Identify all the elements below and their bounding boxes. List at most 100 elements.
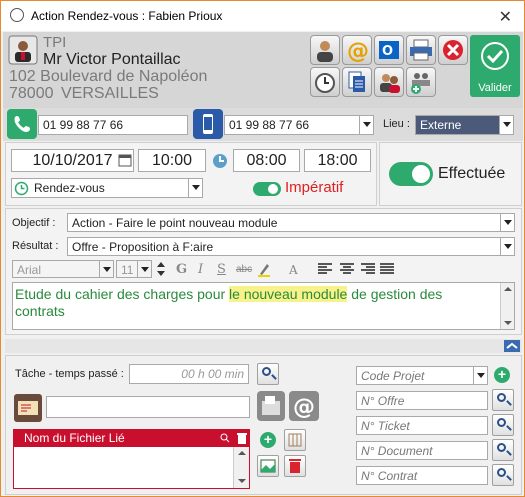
effectuee-toggle[interactable]	[389, 162, 433, 186]
end-time-field[interactable]: 18:00	[304, 149, 371, 172]
start-time-field[interactable]: 08:00	[233, 149, 300, 172]
document-search-button[interactable]	[492, 439, 514, 461]
notes-text-line2: contrats	[15, 303, 65, 319]
code-projet-select[interactable]: Code Projet	[356, 366, 488, 385]
phone-button[interactable]	[7, 109, 37, 139]
file-scroll-down-icon[interactable]	[237, 478, 247, 484]
contacts-button[interactable]	[374, 67, 404, 97]
mobile-dropdown-icon[interactable]	[359, 116, 373, 134]
type-select[interactable]: Rendez-vous	[11, 178, 203, 198]
validate-button[interactable]: Valider	[470, 35, 520, 97]
offre-search-button[interactable]	[492, 389, 514, 411]
delete-button[interactable]	[438, 35, 468, 65]
underline-icon[interactable]: S	[217, 262, 226, 277]
contact-city: VERSAILLES	[61, 85, 159, 102]
notes-text-part2: de gestion des	[347, 286, 443, 302]
lieu-dropdown-icon[interactable]	[499, 116, 513, 134]
italic-icon[interactable]: I	[198, 262, 203, 277]
offre-field[interactable]: N° Offre	[356, 391, 488, 410]
mobile-phone-icon	[203, 114, 213, 134]
image-button[interactable]	[257, 455, 279, 477]
ticket-search-button[interactable]	[492, 414, 514, 436]
file-list-scrollbar[interactable]	[233, 447, 249, 488]
notes-text-part1: Etude du cahier des charges pour	[15, 286, 230, 302]
outlook-button[interactable]: O	[374, 35, 404, 65]
size-spinner-icon[interactable]	[155, 260, 167, 278]
letter-icon[interactable]	[13, 393, 43, 423]
collapse-up-icon[interactable]	[504, 340, 520, 352]
fax-button[interactable]	[257, 391, 285, 421]
font-color-icon[interactable]: A	[289, 263, 298, 277]
window-title: Action Rendez-vous : Fabien Prioux	[31, 9, 223, 23]
notes-text: Etude du cahier des charges pour le nouv…	[15, 286, 495, 320]
contrat-search-button[interactable]	[492, 464, 514, 486]
scroll-down-icon[interactable]	[503, 320, 513, 326]
email-button[interactable]: @	[342, 35, 372, 65]
imperatif-toggle[interactable]	[253, 182, 281, 196]
at-sign-icon: @	[347, 39, 369, 64]
file-filter-icon[interactable]	[220, 433, 230, 443]
type-value: Rendez-vous	[34, 181, 105, 195]
documents-button[interactable]	[342, 67, 372, 97]
printer-icon	[410, 39, 432, 61]
tache-field[interactable]: 00 h 00 min	[129, 364, 249, 384]
objectif-select[interactable]: Action - Faire le point nouveau module	[67, 213, 515, 232]
phone-icon	[14, 116, 30, 132]
strikethrough-icon[interactable]: abc	[236, 264, 252, 275]
resultat-dropdown-icon[interactable]	[500, 238, 514, 255]
contrat-field[interactable]: N° Contrat	[356, 466, 488, 485]
alarm-button[interactable]	[310, 67, 340, 97]
file-scroll-up-icon[interactable]	[237, 450, 247, 456]
mobile-button[interactable]	[193, 109, 223, 139]
font-dropdown-icon[interactable]	[99, 261, 113, 277]
bold-icon[interactable]: G	[176, 262, 187, 277]
objectif-dropdown-icon[interactable]	[500, 214, 514, 231]
align-left-icon[interactable]	[317, 262, 333, 276]
user-card-button[interactable]	[310, 35, 340, 65]
contact-name[interactable]: Mr Victor Pontaillac	[43, 51, 181, 69]
trash-button[interactable]	[284, 455, 306, 477]
objectif-label: Objectif :	[12, 217, 56, 229]
contact-type: TPI	[43, 34, 67, 51]
ticket-field[interactable]: N° Ticket	[356, 416, 488, 435]
attachment-field[interactable]	[46, 396, 250, 418]
date-field[interactable]: 10/10/2017	[11, 149, 134, 172]
size-dropdown-icon[interactable]	[137, 261, 151, 277]
type-dropdown-icon[interactable]	[188, 179, 202, 197]
align-right-icon[interactable]	[360, 262, 376, 276]
add-participants-button[interactable]	[406, 67, 436, 97]
size-select[interactable]: 11	[116, 260, 152, 278]
font-select[interactable]: Arial	[12, 260, 114, 278]
close-icon[interactable]: ✕	[499, 7, 512, 27]
notes-textarea[interactable]: Etude du cahier des charges pour le nouv…	[12, 282, 515, 330]
imperatif-label: Impératif	[285, 179, 344, 196]
time-field[interactable]: 10:00	[138, 149, 206, 172]
add-project-icon[interactable]: +	[494, 367, 510, 383]
add-file-icon[interactable]: +	[260, 432, 276, 448]
notes-scrollbar[interactable]	[500, 283, 514, 329]
resultat-value: Offre - Proposition à F:aire	[72, 240, 214, 254]
phone-field[interactable]: 01 99 88 77 66	[38, 115, 188, 135]
align-center-icon[interactable]	[339, 262, 355, 276]
highlighter-icon[interactable]	[257, 261, 271, 277]
file-list-header[interactable]: Nom du Fichier Lié	[13, 429, 250, 447]
lieu-select[interactable]: Externe	[415, 115, 514, 135]
mail-button[interactable]: @	[289, 391, 319, 421]
resultat-select[interactable]: Offre - Proposition à F:aire	[67, 237, 515, 256]
code-projet-dropdown-icon[interactable]	[473, 367, 487, 384]
print-button[interactable]	[406, 35, 436, 65]
title-bar: Action Rendez-vous : Fabien Prioux ✕	[1, 1, 524, 31]
file-trash-header-icon[interactable]	[236, 431, 248, 445]
file-list-header-label: Nom du Fichier Lié	[24, 431, 125, 445]
tache-search-button[interactable]	[257, 363, 279, 385]
mobile-field[interactable]: 01 99 88 77 66	[224, 115, 374, 135]
rendez-vous-window: Action Rendez-vous : Fabien Prioux ✕ TPI…	[0, 0, 525, 497]
tache-label: Tâche - temps passé :	[15, 368, 124, 380]
code-projet-value: Code Projet	[361, 369, 425, 383]
justify-icon[interactable]	[379, 262, 395, 276]
file-grid-button[interactable]	[284, 429, 306, 451]
scroll-up-icon[interactable]	[503, 286, 513, 292]
effectuee-label: Effectuée	[438, 165, 506, 182]
calendar-icon[interactable]	[118, 153, 132, 167]
document-field[interactable]: N° Document	[356, 441, 488, 460]
